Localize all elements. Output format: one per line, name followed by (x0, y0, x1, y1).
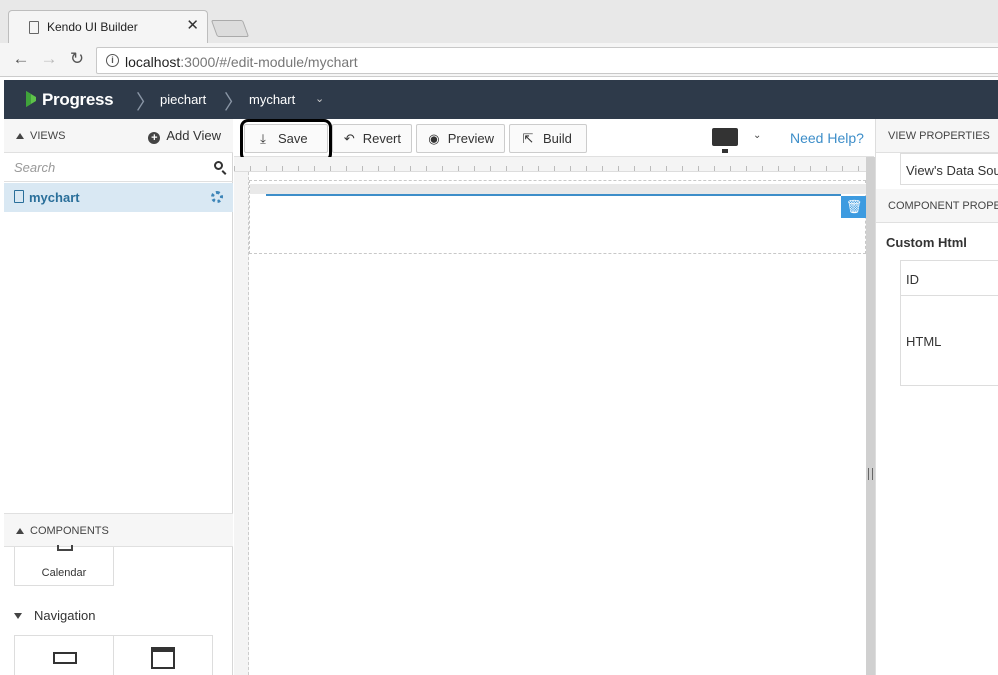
search-input[interactable] (4, 153, 204, 181)
views-search (4, 153, 233, 182)
url-host: localhost (125, 54, 181, 70)
reload-icon[interactable]: ↻ (68, 50, 86, 68)
preview-label: Preview (447, 131, 494, 146)
address-bar: ← → ↻ i localhost:3000/#/edit-module/myc… (0, 43, 998, 77)
gear-icon[interactable] (211, 191, 223, 203)
drag-handle-icon[interactable] (868, 468, 873, 480)
design-canvas[interactable]: 🗑 (234, 157, 867, 675)
id-label: ID (906, 272, 919, 287)
row-handle[interactable] (250, 184, 867, 194)
browser-tab[interactable]: Kendo UI Builder ✕ (8, 10, 208, 43)
external-link-icon: ⇱ (522, 130, 534, 146)
forward-icon[interactable]: → (40, 50, 58, 68)
view-data-source-field[interactable]: View's Data Sou (900, 153, 998, 185)
undo-icon: ↶ (343, 130, 355, 146)
brand-name: Progress (42, 90, 114, 109)
breadcrumb-separator-icon: 〉 (224, 92, 244, 114)
save-label: Save (278, 131, 308, 146)
info-icon[interactable]: i (106, 54, 119, 67)
save-button[interactable]: ⤓ Save (244, 124, 328, 153)
revert-label: Revert (362, 131, 401, 146)
plus-circle-icon: + (148, 132, 161, 144)
vertical-ruler (234, 172, 249, 675)
calendar-icon (57, 545, 73, 551)
download-icon: ⤓ (260, 130, 266, 146)
panel-splitter[interactable] (866, 157, 875, 675)
add-view-button[interactable]: + Add View (148, 128, 221, 144)
button-component-icon (53, 652, 77, 664)
view-properties-title: VIEW PROPERTIES (888, 130, 990, 142)
revert-button[interactable]: ↶ Revert (332, 124, 412, 153)
trash-icon[interactable]: 🗑 (841, 196, 867, 218)
back-icon[interactable]: ← (12, 50, 30, 68)
eye-icon: ◉ (428, 130, 440, 146)
chevron-down-icon[interactable]: ⌄ (753, 130, 761, 141)
add-view-label: Add View (166, 128, 221, 143)
url-field[interactable]: i localhost:3000/#/edit-module/mychart (96, 47, 998, 74)
navigation-group-header[interactable]: Navigation (14, 608, 95, 623)
left-panel: VIEWS + Add View mychart COMPONENTS Calen… (4, 119, 233, 675)
properties-panel: VIEW PROPERTIES View's Data Sou COMPONEN… (875, 119, 998, 675)
expand-icon (14, 613, 22, 619)
html-field[interactable]: HTML (900, 295, 998, 386)
browser-tab-bar: Kendo UI Builder ✕ (0, 0, 998, 43)
url-path: :3000/#/edit-module/mychart (180, 54, 358, 70)
breadcrumb-mychart[interactable]: mychart (249, 92, 295, 107)
view-properties-header: VIEW PROPERTIES (876, 119, 998, 153)
close-tab-icon[interactable]: ✕ (186, 18, 199, 34)
view-data-source-label: View's Data Sou (906, 163, 998, 178)
window-component-icon (151, 647, 175, 669)
chevron-down-icon[interactable]: ⌄ (315, 92, 324, 105)
search-icon[interactable] (214, 161, 223, 170)
new-tab-button[interactable] (210, 20, 250, 37)
components-title: COMPONENTS (30, 525, 109, 537)
view-item-mychart[interactable]: mychart (4, 183, 233, 212)
views-title: VIEWS (30, 130, 66, 142)
progress-logo-icon (26, 91, 36, 107)
views-header: VIEWS + Add View (4, 119, 233, 153)
view-item-label: mychart (29, 190, 80, 205)
component-button[interactable] (14, 635, 114, 675)
app-header: Progress 〉 piechart 〉 mychart ⌄ (4, 80, 998, 119)
url-text: localhost:3000/#/edit-module/mychart (125, 54, 358, 70)
preview-button[interactable]: ◉ Preview (416, 124, 505, 153)
component-calendar-label: Calendar (41, 567, 87, 579)
component-window[interactable] (113, 635, 213, 675)
breadcrumb-separator-icon: 〉 (136, 92, 156, 114)
page-icon (29, 21, 39, 34)
custom-html-component[interactable]: 🗑 (249, 180, 867, 254)
build-label: Build (543, 131, 572, 146)
html-label: HTML (906, 334, 942, 349)
component-calendar[interactable]: Calendar (14, 545, 114, 586)
component-properties-title: COMPONENT PROPE (888, 200, 998, 212)
components-header: COMPONENTS (4, 513, 233, 547)
breadcrumb-piechart[interactable]: piechart (160, 92, 206, 107)
collapse-icon[interactable] (16, 528, 24, 534)
need-help-link[interactable]: Need Help? (790, 130, 864, 146)
horizontal-ruler (234, 157, 866, 172)
progress-logo[interactable]: Progress (24, 89, 116, 109)
component-name: Custom Html (886, 235, 967, 250)
selection-indicator (266, 194, 841, 196)
id-field[interactable]: ID (900, 260, 998, 296)
navigation-label: Navigation (34, 608, 96, 623)
editor-toolbar: ⤓ Save ↶ Revert ◉ Preview ⇱ Build ⌄ Need Hel… (234, 119, 874, 157)
tab-title: Kendo UI Builder (47, 20, 138, 34)
component-properties-header: COMPONENT PROPE (876, 189, 998, 223)
file-icon (14, 190, 24, 203)
collapse-icon[interactable] (16, 133, 24, 139)
build-button[interactable]: ⇱ Build (509, 124, 587, 153)
monitor-icon[interactable] (712, 128, 738, 153)
